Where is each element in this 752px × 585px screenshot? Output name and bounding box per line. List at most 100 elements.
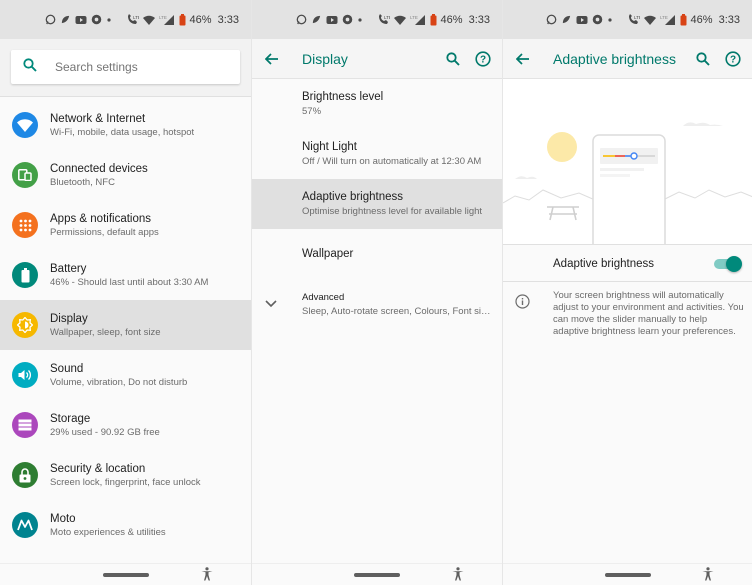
accessibility-icon[interactable] — [702, 567, 714, 585]
status-time: 3:33 — [468, 13, 490, 26]
item-title: Battery — [50, 262, 87, 275]
battery-status-icon — [179, 13, 186, 26]
svg-text:LTE: LTE — [159, 15, 167, 20]
toggle-label: Adaptive brightness — [553, 257, 655, 270]
item-title: Adaptive brightness — [302, 191, 404, 203]
status-bar: LTE LTE 46% 3:33 — [503, 0, 752, 39]
item-subtitle: Wallpaper, sleep, font size — [50, 326, 161, 338]
wifi-signal-icon — [142, 15, 155, 25]
switch-knob — [726, 255, 742, 272]
status-bar: LTE LTE 46% 3:33 — [0, 0, 251, 39]
home-pill-button[interactable] — [102, 573, 149, 577]
adaptive-brightness-screen: LTE LTE 46% 3:33 Adaptive brightness ? — [502, 0, 752, 585]
item-subtitle: Moto experiences & utilities — [50, 526, 166, 538]
lock-icon — [12, 462, 38, 488]
chrome-icon — [91, 14, 102, 25]
help-icon[interactable]: ? — [468, 39, 498, 79]
adaptive-brightness-toggle-row[interactable]: Adaptive brightness — [503, 246, 752, 282]
info-section: Your screen brightness will automaticall… — [503, 290, 752, 338]
settings-item-network[interactable]: Network & Internet Wi-Fi, mobile, data us… — [0, 100, 251, 150]
volte-icon: LTE — [377, 14, 390, 25]
adaptive-app-bar: Adaptive brightness ? — [503, 39, 752, 79]
item-subtitle: Sleep, Auto-rotate screen, Colours, Font… — [302, 305, 494, 317]
search-icon[interactable] — [438, 39, 468, 79]
info-icon — [515, 294, 530, 314]
settings-item-sound[interactable]: Sound Volume, vibration, Do not disturb — [0, 350, 251, 400]
chrome-icon — [592, 14, 603, 25]
item-title: Advanced — [302, 291, 345, 303]
item-subtitle: 46% - Should last until about 3:30 AM — [50, 276, 209, 288]
page-title: Adaptive brightness — [553, 50, 676, 67]
settings-item-connected-devices[interactable]: Connected devices Bluetooth, NFC — [0, 150, 251, 200]
devices-icon — [12, 162, 38, 188]
item-subtitle: Bluetooth, NFC — [50, 176, 115, 188]
navigation-bar — [0, 563, 251, 585]
moto-icon — [12, 512, 38, 538]
item-subtitle: Screen lock, fingerprint, face unlock — [50, 476, 201, 488]
chevron-down-icon — [265, 295, 277, 313]
home-pill-button[interactable] — [354, 573, 400, 577]
home-pill-button[interactable] — [604, 573, 651, 577]
battery-status-icon — [430, 13, 437, 26]
whatsapp-icon — [45, 14, 56, 25]
battery-percent: 46% — [440, 13, 463, 26]
wifi-signal-icon — [393, 15, 406, 25]
item-subtitle: Optimise brightness level for available … — [302, 206, 483, 217]
svg-text:LTE: LTE — [634, 15, 640, 20]
app-notification-icon — [311, 14, 322, 25]
item-subtitle: 57% — [302, 106, 322, 117]
brightness-icon — [12, 312, 38, 338]
accessibility-icon[interactable] — [201, 567, 213, 585]
item-subtitle: Wi-Fi, mobile, data usage, hotspot — [50, 126, 195, 138]
back-arrow-icon[interactable] — [503, 39, 543, 79]
adaptive-brightness-switch[interactable] — [714, 255, 742, 272]
settings-item-storage[interactable]: Storage 29% used - 90.92 GB free — [0, 400, 251, 450]
advanced-item[interactable]: Advanced Sleep, Auto-rotate screen, Colo… — [252, 279, 502, 329]
battery-icon — [12, 262, 38, 288]
search-box[interactable] — [11, 50, 240, 84]
brightness-level-item[interactable]: Brightness level 57% — [252, 79, 502, 129]
battery-percent: 46% — [189, 13, 212, 26]
navigation-bar — [252, 563, 502, 585]
app-notification-icon — [561, 14, 572, 25]
night-light-item[interactable]: Night Light Off / Will turn on automatic… — [252, 129, 502, 179]
wallpaper-item[interactable]: Wallpaper — [252, 229, 502, 279]
youtube-icon — [326, 15, 338, 25]
wifi-signal-icon — [643, 15, 656, 25]
item-title: Apps & notifications — [50, 212, 152, 225]
settings-item-display[interactable]: Display Wallpaper, sleep, font size — [0, 300, 251, 350]
more-notifications-dot-icon — [607, 17, 613, 23]
search-icon — [23, 57, 37, 77]
settings-item-moto[interactable]: Moto Moto experiences & utilities — [0, 500, 251, 550]
item-title: Display — [50, 312, 88, 325]
chrome-icon — [342, 14, 353, 25]
app-notification-icon — [60, 14, 71, 25]
navigation-bar — [503, 563, 752, 585]
info-description: Your screen brightness will automaticall… — [553, 290, 744, 337]
svg-text:LTE: LTE — [384, 15, 390, 20]
item-title: Storage — [50, 412, 91, 425]
item-subtitle: Volume, vibration, Do not disturb — [50, 376, 188, 388]
lte-signal-icon: LTE — [159, 14, 175, 25]
search-input[interactable] — [55, 60, 215, 74]
accessibility-icon[interactable] — [452, 567, 464, 585]
lte-signal-icon: LTE — [410, 14, 426, 25]
volume-icon — [12, 362, 38, 388]
svg-text:?: ? — [480, 54, 486, 65]
whatsapp-icon — [296, 14, 307, 25]
help-icon[interactable]: ? — [718, 39, 748, 79]
settings-item-battery[interactable]: Battery 46% - Should last until about 3:3… — [0, 250, 251, 300]
back-arrow-icon[interactable] — [252, 39, 292, 79]
svg-text:?: ? — [730, 54, 736, 65]
illustration-graphic — [503, 122, 752, 244]
item-title: Security & location — [50, 462, 146, 475]
display-options-list: Brightness level 57% Night Light Off / W… — [252, 79, 502, 329]
settings-item-security[interactable]: Security & location Screen lock, fingerpr… — [0, 450, 251, 500]
svg-text:LTE: LTE — [660, 15, 668, 20]
adaptive-brightness-item[interactable]: Adaptive brightness Optimise brightness … — [252, 179, 502, 229]
item-title: Moto — [50, 512, 76, 525]
apps-grid-icon — [12, 212, 38, 238]
settings-item-apps[interactable]: Apps & notifications Permissions, default… — [0, 200, 251, 250]
search-icon[interactable] — [688, 39, 718, 79]
search-bar-area — [0, 39, 251, 97]
